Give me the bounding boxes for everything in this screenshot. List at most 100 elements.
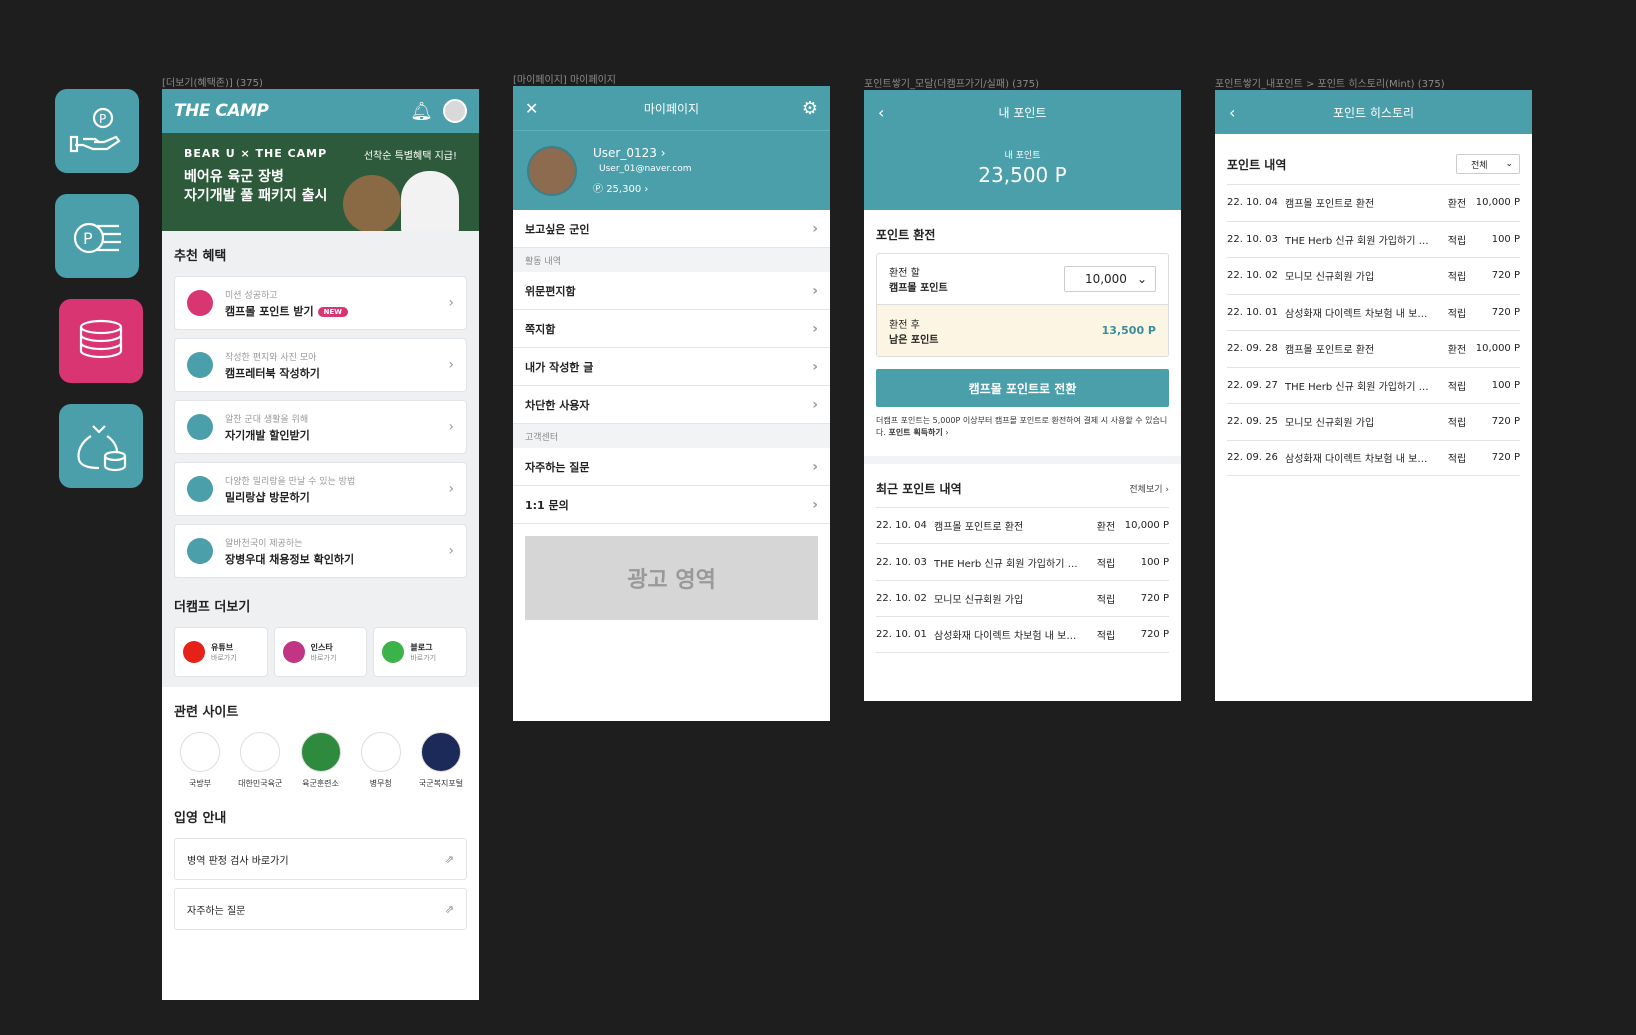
- history-date: 22. 10. 02: [1227, 270, 1278, 282]
- site-mnd[interactable]: 국방부: [174, 732, 226, 789]
- section-title: 관련 사이트: [174, 705, 239, 720]
- history-type: 적립: [1096, 595, 1116, 607]
- link-exam[interactable]: 병역 판정 검사 바로가기 ⇗: [174, 838, 467, 880]
- benefit-main: 밀리랑샵 방문하기: [225, 490, 310, 504]
- chevron-down-icon: ⌄: [1505, 159, 1513, 169]
- back-arrow-icon[interactable]: ‹: [878, 103, 884, 122]
- section-title: 입영 안내: [174, 811, 227, 826]
- menu-group-label: 활동 내역: [513, 248, 830, 272]
- back-arrow-icon[interactable]: ‹: [1229, 103, 1235, 122]
- history-type: 적립: [1447, 418, 1467, 430]
- profile-card[interactable]: User_0123 › User_01@naver.com Ⓟ 25,300 ›: [513, 130, 830, 210]
- exchange-label: 환전 할: [889, 268, 920, 279]
- exchange-box: 환전 할 캠프몰 포인트 10,000 ⌄ 환전 후 남은 포인트 13,500 P: [876, 253, 1169, 357]
- point-header: ‹ 내 포인트: [864, 90, 1181, 134]
- convert-button[interactable]: 캠프몰 포인트로 전환: [876, 369, 1169, 407]
- filter-select[interactable]: 전체 ⌄: [1456, 154, 1520, 174]
- table-row: 22. 10. 04 캠프몰 포인트로 환전 환전 10,000 P: [876, 506, 1169, 544]
- table-row: 22. 10. 03 THE Herb 신규 회원 가입하기 이벤트 적립 100 P: [876, 543, 1169, 580]
- history-date: 22. 09. 27: [1227, 379, 1278, 391]
- chevron-right-icon: ›: [644, 184, 649, 195]
- instagram-icon: [282, 641, 305, 663]
- table-row: 22. 09. 27 THE Herb 신규 회원 가입하기 이벤트 적립 100 P: [1227, 366, 1520, 404]
- history-amount: 10,000 P: [1475, 197, 1520, 209]
- filter-value: 전체: [1471, 160, 1488, 171]
- exchange-amount: 10,000: [1084, 272, 1127, 286]
- exchange-amount-select[interactable]: 10,000 ⌄: [1064, 266, 1156, 292]
- banner-highlight: 선착순 특별혜택 지급!: [363, 151, 457, 162]
- see-all-link[interactable]: 전체보기 ›: [1129, 482, 1169, 495]
- link-faq[interactable]: 자주하는 질문 ⇗: [174, 888, 467, 930]
- menu-item[interactable]: 쪽지함 ›: [513, 310, 830, 348]
- menu-item[interactable]: 위문편지함 ›: [513, 272, 830, 310]
- history-type: 적립: [1447, 272, 1467, 284]
- money-bag-icon: [59, 404, 143, 488]
- menu-item[interactable]: 내가 작성한 글 ›: [513, 348, 830, 386]
- youtube-link[interactable]: 유튜브 바로가기: [174, 627, 268, 677]
- history-desc: THE Herb 신규 회원 가입하기 이벤트: [934, 558, 1089, 570]
- menu-item[interactable]: 1:1 문의 ›: [513, 486, 830, 524]
- instagram-link[interactable]: 인스타 바로가기: [273, 627, 368, 677]
- benefit-item[interactable]: 미션 성공하고 캠프몰 포인트 받기 NEW ›: [174, 276, 467, 330]
- table-row: 22. 09. 25 모니모 신규회원 가입 적립 720 P: [1227, 403, 1520, 440]
- blog-link[interactable]: 블로그 바로가기: [373, 627, 468, 677]
- svg-text:P: P: [83, 229, 93, 248]
- benefit-sub: 알찬 군대 생활을 위해: [225, 414, 309, 425]
- benefit-item[interactable]: 알바천국이 제공하는 장병우대 채용정보 확인하기 ›: [174, 524, 467, 578]
- menu-item[interactable]: 자주하는 질문 ›: [513, 448, 830, 486]
- history-list: 22. 10. 04 캠프몰 포인트로 환전 환전 10,000 P 22. 10. …: [1227, 184, 1520, 476]
- history-desc: 삼성화재 다이렉트 차보험 내 보험료 확인: [934, 631, 1089, 643]
- point-summary: 내 포인트 23,500 P: [864, 134, 1181, 210]
- benefit-item[interactable]: 작성한 편지와 사진 모아 캠프레터북 작성하기 ›: [174, 338, 467, 392]
- chevron-right-icon: ›: [812, 458, 818, 475]
- menu-label: 위문편지함: [525, 284, 576, 298]
- menu-label: 자주하는 질문: [525, 460, 590, 474]
- site-training[interactable]: 육군훈련소: [295, 732, 347, 789]
- avatar[interactable]: [443, 99, 467, 123]
- section-title: 최근 포인트 내역: [876, 481, 962, 496]
- section-title: 포인트 내역: [1227, 157, 1287, 172]
- history-amount: 720 P: [1491, 306, 1520, 318]
- chevron-right-icon: ›: [448, 357, 454, 373]
- section-title: 더캠프 더보기: [174, 600, 251, 615]
- chevron-right-icon: ›: [945, 428, 949, 438]
- table-row: 22. 10. 01 삼성화재 다이렉트 차보험 내 보험료 확인 적립 720 P: [1227, 293, 1520, 331]
- site-label: 국군복지포털: [418, 779, 464, 788]
- user-email: User_01@naver.com: [599, 164, 692, 174]
- table-row: 22. 10. 04 캠프몰 포인트로 환전 환전 10,000 P: [1227, 184, 1520, 221]
- history-type: 적립: [1096, 631, 1116, 643]
- get-point-link[interactable]: 포인트 획득하기: [888, 428, 942, 437]
- social-name: 인스타: [310, 642, 333, 652]
- mnd-logo-icon: [180, 732, 220, 772]
- benefit-item[interactable]: 알찬 군대 생활을 위해 자기개발 할인받기 ›: [174, 400, 467, 454]
- link-label: 자주하는 질문: [187, 905, 246, 917]
- job-icon: [187, 538, 213, 564]
- chevron-right-icon: ›: [812, 220, 818, 237]
- avatar: [527, 145, 577, 196]
- chevron-right-icon: ›: [448, 543, 454, 559]
- svg-text:P: P: [99, 112, 106, 126]
- frame-label-history: 포인트쌓기_내포인트 > 포인트 히스토리(Mint) (375): [1215, 79, 1445, 90]
- site-army[interactable]: 대한민국육군: [234, 732, 286, 789]
- bell-icon[interactable]: 🔔︎: [410, 101, 433, 122]
- user-name: User_0123: [593, 146, 657, 160]
- point-coins-icon: P: [55, 194, 139, 278]
- training-center-logo-icon: [300, 732, 341, 772]
- history-desc: 모니모 신규회원 가입: [1285, 418, 1375, 430]
- benefit-sub: 다양한 밀리랑을 만날 수 있는 방법: [225, 476, 356, 487]
- rocket-icon: [187, 414, 213, 440]
- menu-item[interactable]: 보고싶은 군인 ›: [513, 210, 830, 248]
- benefit-item[interactable]: 다양한 밀리랑을 만날 수 있는 방법 밀리랑샵 방문하기 ›: [174, 462, 467, 516]
- remain-label: 남은 포인트: [889, 334, 939, 346]
- table-row: 22. 10. 03 THE Herb 신규 회원 가입하기 이벤트 적립 100 P: [1227, 220, 1520, 258]
- table-row: 22. 10. 02 모니모 신규회원 가입 적립 720 P: [1227, 257, 1520, 294]
- menu-label: 쪽지함: [525, 322, 556, 336]
- close-icon[interactable]: ✕: [525, 99, 538, 118]
- promo-banner[interactable]: BEAR U × THE CAMP 선착순 특별혜택 지급! 베어유 육군 장병…: [162, 133, 479, 231]
- site-mma[interactable]: 병무청: [355, 732, 407, 789]
- ad-area[interactable]: 광고 영역: [525, 536, 818, 620]
- menu-item[interactable]: 차단한 사용자 ›: [513, 386, 830, 424]
- site-welfare[interactable]: 국군복지포털: [415, 732, 467, 789]
- gear-icon[interactable]: ⚙: [802, 98, 818, 119]
- history-amount: 100 P: [1491, 379, 1520, 391]
